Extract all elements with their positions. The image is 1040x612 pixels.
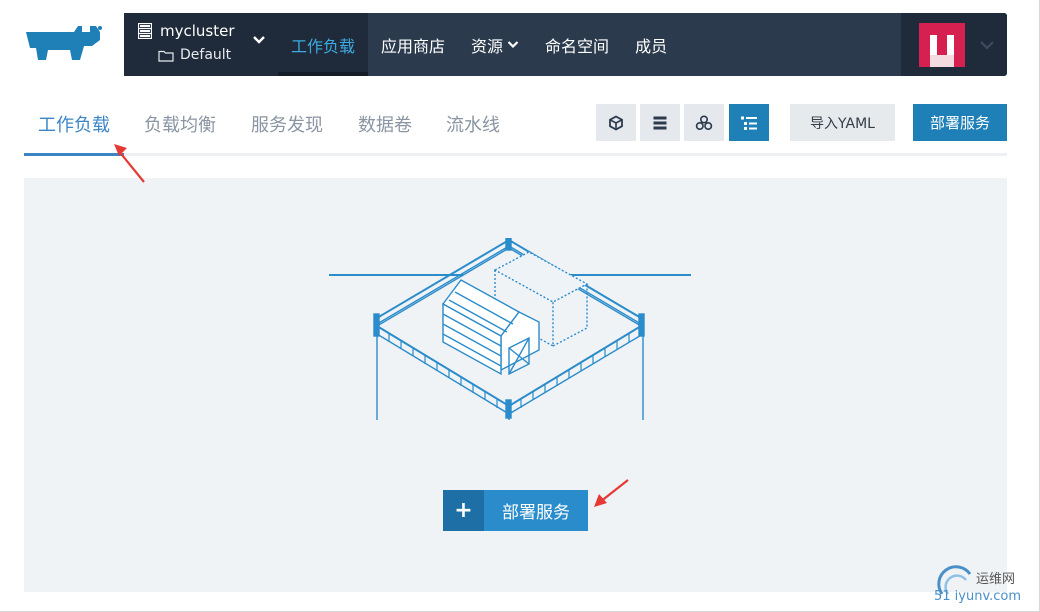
tree-list-icon [741,116,757,130]
nav-item-namespaces[interactable]: 命名空间 [532,13,622,76]
import-yaml-button[interactable]: 导入YAML [790,104,895,141]
watermark-title: 运维网 [976,572,1016,587]
farm-illustration [329,238,691,420]
subtab-workloads[interactable]: 工作负载 [38,111,110,137]
cluster-project-switcher[interactable]: mycluster Default [124,13,278,76]
cluster-name: mycluster [160,22,235,40]
chevron-down-icon [980,40,994,50]
workloads-empty-state: + 部署服务 [24,178,1007,592]
subtab-pipelines[interactable]: 流水线 [446,111,500,137]
chevron-down-icon [507,41,519,49]
server-icon [138,23,152,39]
annotation-arrow-icon [114,144,145,183]
active-tab-indicator [24,153,124,156]
subtab-volumes[interactable]: 数据卷 [358,111,412,137]
top-navigation-bar: mycluster Default 工作负载 应用商店 资源 命名空间 成员 [124,13,1007,76]
watermark: 运维网 51 iyunv.com [934,564,1034,608]
deploy-service-button[interactable]: 部署服务 [913,104,1007,141]
watermark-url: 51 iyunv.com [934,589,1022,604]
chevron-down-icon[interactable] [252,35,266,45]
nav-item-resources[interactable]: 资源 [458,13,532,76]
list-icon [653,116,667,129]
nav-item-workloads[interactable]: 工作负载 [278,13,369,76]
avatar [919,22,965,67]
annotation-arrow-icon [594,479,629,507]
view-tree-list-button[interactable] [729,104,769,141]
nav-item-catalog[interactable]: 应用商店 [368,13,458,76]
folder-icon [158,50,174,62]
subtab-load-balancing[interactable]: 负载均衡 [144,111,216,137]
view-node-group-button[interactable] [684,104,724,141]
node-group-icon [695,114,713,130]
main-nav: 工作负载 应用商店 资源 命名空间 成员 [278,13,680,76]
app-frame: mycluster Default 工作负载 应用商店 资源 命名空间 成员 工… [0,0,1040,612]
subtab-service-discovery[interactable]: 服务发现 [251,111,323,137]
cube-icon [609,114,623,131]
deploy-service-cta-label: 部署服务 [484,490,588,531]
user-menu[interactable] [901,13,1007,76]
rancher-logo-icon[interactable] [24,22,106,64]
plus-icon: + [443,490,484,531]
project-name: Default [180,47,232,63]
view-list-button[interactable] [640,104,680,141]
deploy-service-cta[interactable]: + 部署服务 [443,490,588,531]
view-cube-button[interactable] [596,104,636,141]
nav-item-members[interactable]: 成员 [622,13,680,76]
